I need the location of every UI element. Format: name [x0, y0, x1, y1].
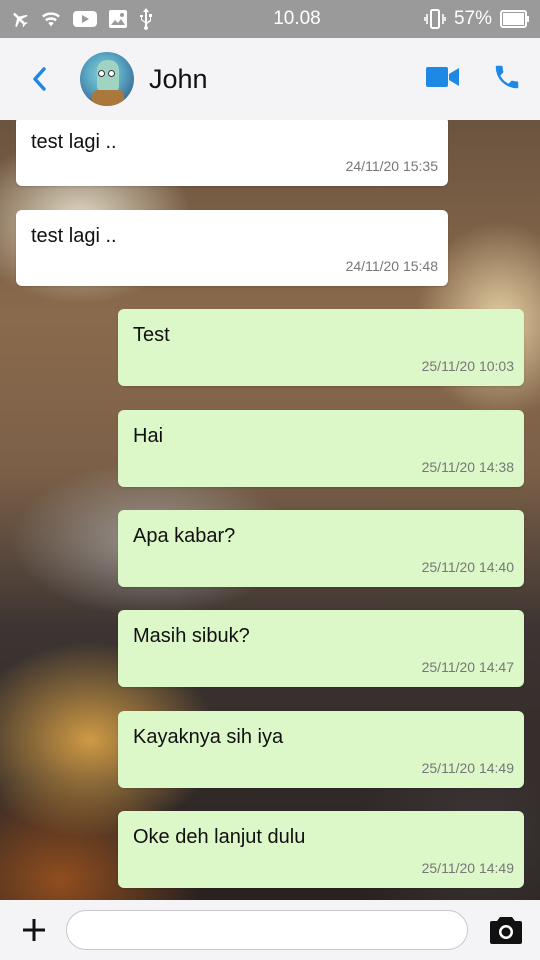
message-text: Kayaknya sih iya	[133, 726, 284, 748]
message-timestamp: 24/11/20 15:48	[345, 258, 438, 274]
message-bubble-outgoing[interactable]: Test 25/11/20 10:03	[118, 309, 524, 386]
voice-call-button[interactable]	[492, 62, 522, 97]
message-bubble-incoming[interactable]: test lagi .. 24/11/20 15:48	[16, 210, 448, 286]
chat-header: John	[0, 38, 540, 120]
message-bubble-incoming[interactable]: test lagi .. 24/11/20 15:35	[16, 120, 448, 186]
avatar-eye	[98, 70, 105, 77]
message-timestamp: 25/11/20 14:49	[421, 860, 514, 876]
message-timestamp: 25/11/20 14:47	[421, 659, 514, 675]
message-text: Test	[133, 324, 170, 346]
gallery-icon	[108, 9, 128, 29]
camera-button[interactable]	[488, 912, 524, 948]
status-time: 10.08	[273, 8, 321, 29]
message-text: Oke deh lanjut dulu	[133, 826, 306, 848]
message-timestamp: 24/11/20 15:35	[345, 158, 438, 174]
message-bubble-outgoing[interactable]: Oke deh lanjut dulu 25/11/20 14:49	[118, 811, 524, 888]
usb-icon	[138, 8, 154, 30]
message-timestamp: 25/11/20 14:40	[421, 559, 514, 575]
message-bubble-outgoing[interactable]: Hai 25/11/20 14:38	[118, 410, 524, 487]
message-input-bar	[0, 900, 540, 960]
avatar-face	[97, 60, 119, 94]
avatar-eye	[108, 70, 115, 77]
message-bubble-outgoing[interactable]: Masih sibuk? 25/11/20 14:47	[118, 610, 524, 687]
header-actions	[426, 62, 540, 97]
contact-name[interactable]: John	[149, 64, 426, 95]
video-camera-icon	[426, 66, 459, 87]
status-icons-right: 57%	[424, 8, 530, 30]
battery-icon	[500, 10, 530, 28]
message-timestamp: 25/11/20 14:38	[421, 459, 514, 475]
video-call-button[interactable]	[426, 66, 460, 93]
chat-area[interactable]: test lagi .. 24/11/20 15:35 test lagi ..…	[0, 120, 540, 900]
wifi-icon	[40, 9, 62, 29]
message-timestamp: 25/11/20 10:03	[421, 358, 514, 374]
vibrate-icon	[424, 9, 446, 29]
message-timestamp: 25/11/20 14:49	[421, 760, 514, 776]
avatar-body	[92, 90, 124, 106]
back-button[interactable]	[24, 59, 54, 99]
airplane-icon	[10, 9, 30, 29]
status-icons-left	[10, 8, 210, 30]
message-text: Hai	[133, 425, 164, 447]
message-bubble-outgoing[interactable]: Kayaknya sih iya 25/11/20 14:49	[118, 711, 524, 788]
message-bubble-outgoing[interactable]: Apa kabar? 25/11/20 14:40	[118, 510, 524, 587]
camera-icon	[490, 917, 522, 944]
phone-icon	[495, 65, 519, 88]
plus-icon	[23, 919, 45, 941]
status-bar: 10.08 57%	[0, 0, 540, 38]
message-text: test lagi ..	[31, 131, 117, 153]
battery-percent: 57%	[453, 8, 492, 29]
message-text: Apa kabar?	[133, 525, 236, 547]
message-text: Masih sibuk?	[133, 625, 250, 647]
contact-avatar[interactable]	[80, 52, 134, 106]
message-text: test lagi ..	[31, 225, 117, 247]
attach-button[interactable]	[16, 912, 52, 948]
youtube-icon	[72, 9, 98, 29]
chevron-left-icon	[33, 67, 46, 91]
message-input[interactable]	[66, 910, 468, 950]
